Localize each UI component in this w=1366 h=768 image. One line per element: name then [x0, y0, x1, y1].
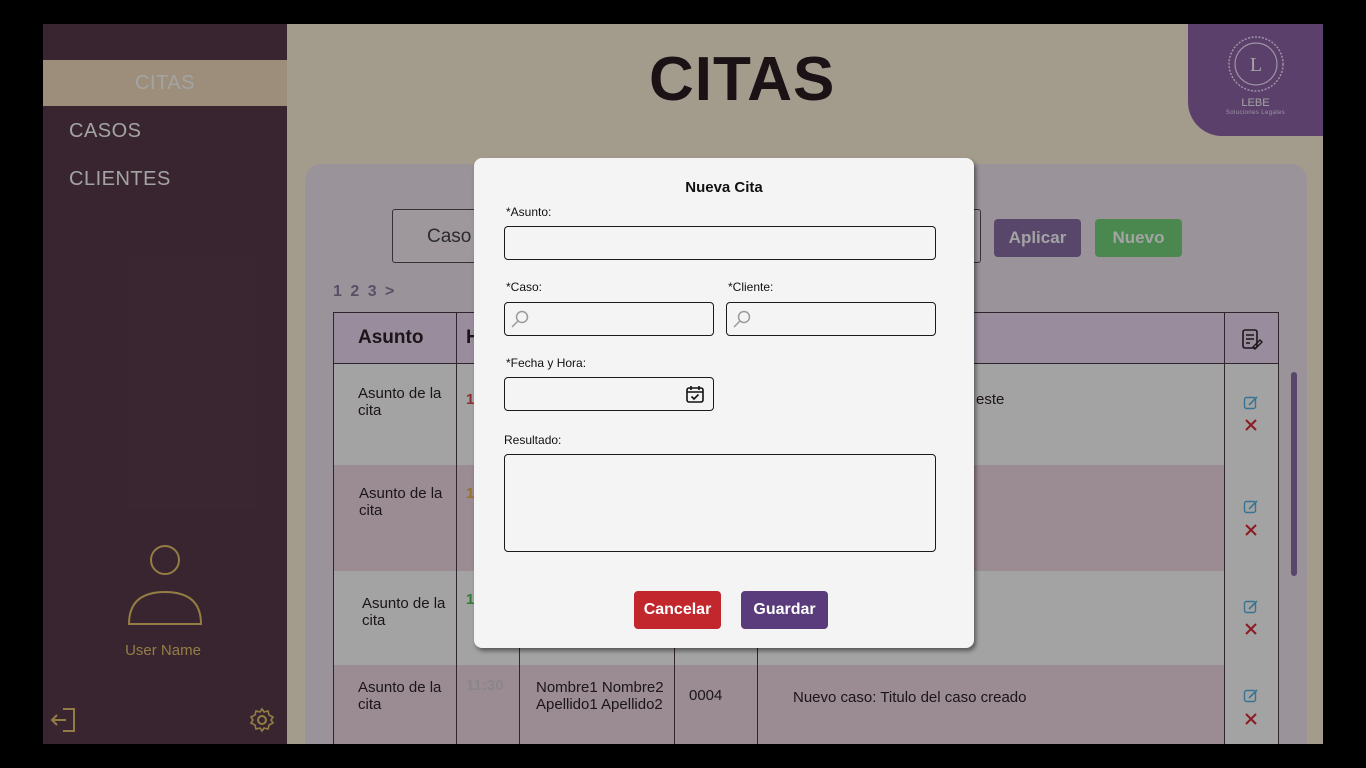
dialog-title: Nueva Cita — [685, 179, 763, 196]
fecha-label: *Fecha y Hora: — [506, 356, 587, 370]
cliente-label: *Cliente: — [728, 280, 774, 294]
asunto-input[interactable] — [504, 226, 936, 260]
caso-label: *Caso: — [506, 280, 543, 294]
new-appointment-dialog: Nueva Cita *Asunto: *Caso: *Cliente: *Fe… — [474, 158, 974, 648]
cancel-button[interactable]: Cancelar — [634, 591, 721, 629]
asunto-label: *Asunto: — [506, 205, 552, 219]
resultado-textarea[interactable] — [504, 454, 936, 552]
calendar-icon[interactable] — [685, 384, 705, 404]
caso-search-input[interactable] — [504, 302, 714, 336]
cliente-search-input[interactable] — [726, 302, 936, 336]
search-icon — [733, 310, 751, 328]
resultado-label: Resultado: — [504, 433, 562, 447]
fecha-hora-input[interactable] — [504, 377, 714, 411]
save-button[interactable]: Guardar — [741, 591, 828, 629]
search-icon — [511, 310, 529, 328]
